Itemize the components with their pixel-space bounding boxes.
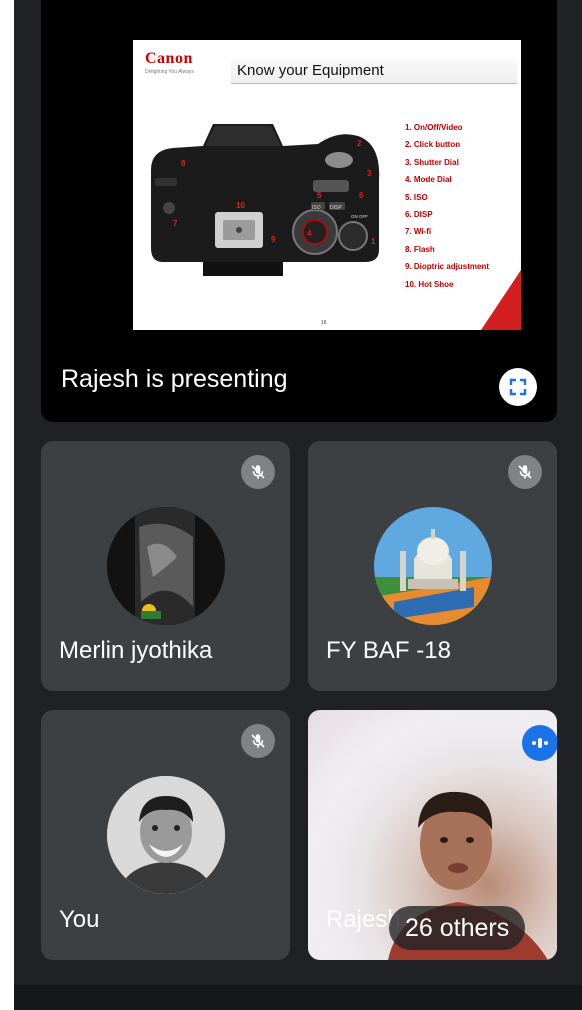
slide-brand-tagline: Delighting You Always [145,69,194,75]
avatar-photo [107,776,225,894]
bottom-control-bar [14,985,582,1010]
avatar [107,776,225,894]
callout-number: 4 [307,229,312,238]
participant-name: You [59,906,100,933]
participant-tile-you[interactable]: You [41,710,290,960]
mic-off-indicator [241,455,275,489]
mic-off-icon [251,734,265,748]
presentation-tile[interactable]: Canon Delighting You Always Know your Eq… [41,0,557,422]
participant-tile-fy-baf[interactable]: FY BAF -18 [308,441,557,691]
others-count-chip[interactable]: 26 others [389,906,526,950]
parts-legend: 1. On/Off/Video 2. Click button 3. Shutt… [405,122,489,296]
slide-page-number: 16 [321,320,327,326]
participant-name: Merlin jyothika [59,637,213,664]
on-off-switch-label: ON OFF [351,214,368,219]
mic-off-icon [518,465,532,479]
participant-tile-merlin[interactable]: Merlin jyothika [41,441,290,691]
legend-item: 2. Click button [405,140,461,150]
meeting-screen: Canon Delighting You Always Know your Eq… [14,0,582,1010]
legend-item: 4. Mode Dial [405,175,452,185]
speaking-indicator [522,725,557,761]
slide-corner-decoration [481,270,521,330]
fullscreen-icon [509,378,527,396]
mic-off-indicator [241,724,275,758]
legend-item: 3. Shutter Dial [405,157,459,167]
disp-button-label: DISP [330,205,342,211]
legend-item: 10. Hot Shoe [405,279,454,289]
participant-name: FY BAF -18 [326,637,451,664]
callout-number: 10 [236,201,245,210]
legend-item: 9. Dioptric adjustment [405,262,490,272]
legend-item: 8. Flash [405,244,435,254]
callout-number: 7 [173,219,178,228]
camera-illustration: ISO DISP ON OFF 8 2 3 5 6 7 10 9 1 4 [151,124,380,276]
mic-off-icon [251,465,265,479]
audio-level-icon [532,738,548,748]
slide-brand-logo: Canon [145,50,193,67]
avatar [107,507,225,625]
callout-number: 9 [271,235,276,244]
shared-slide: Canon Delighting You Always Know your Eq… [133,40,521,330]
taj-mahal-avatar-illustration [374,507,492,625]
legend-item: 7. Wi-fi [405,227,432,237]
callout-number: 8 [181,159,186,168]
legend-item: 5. ISO [405,192,428,202]
avatar [374,507,492,625]
callout-number: 2 [357,139,362,148]
callout-number: 5 [317,191,322,200]
callout-number: 1 [371,237,376,246]
presenting-label: Rajesh is presenting [61,365,288,393]
participant-tile-rajesh[interactable]: Rajesh 26 others [308,710,557,960]
avatar-photo [107,507,225,625]
legend-item: 1. On/Off/Video [405,123,463,132]
callout-number: 3 [367,169,372,178]
mic-off-indicator [508,455,542,489]
fullscreen-button[interactable] [499,368,537,406]
callout-number: 6 [359,191,364,200]
iso-button-label: ISO [312,205,321,211]
legend-item: 6. DISP [405,209,433,219]
slide-title: Know your Equipment [231,58,517,84]
